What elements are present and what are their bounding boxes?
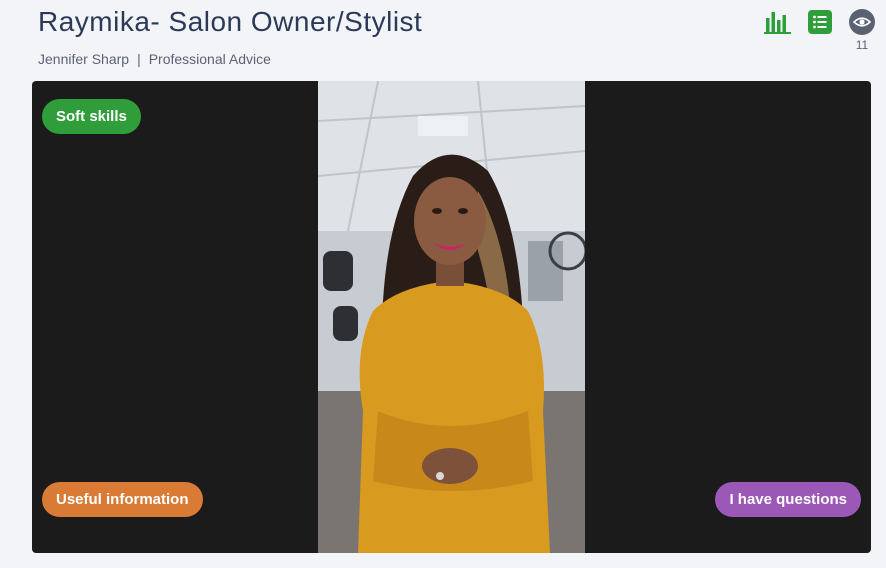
video-still-image [318,81,585,553]
views-count: 11 [855,38,869,52]
eye-icon [849,9,875,35]
video-player[interactable]: Soft skills Useful information I have qu… [32,81,871,553]
category-label: Professional Advice [148,51,271,67]
video-meta: Jennifer Sharp | Professional Advice [38,50,271,68]
page-title: Raymika- Salon Owner/Stylist [38,6,423,37]
video-frame[interactable] [318,81,585,553]
list-icon[interactable] [808,10,832,34]
bar-chart-icon[interactable] [764,9,792,35]
meta-separator: | [137,51,141,67]
useful-information-button[interactable]: Useful information [42,482,203,517]
views-counter[interactable]: 11 [844,9,880,52]
soft-skills-button[interactable]: Soft skills [42,99,141,134]
questions-button[interactable]: I have questions [715,482,861,517]
header-actions: 11 [746,9,886,59]
author-name: Jennifer Sharp [38,51,130,67]
